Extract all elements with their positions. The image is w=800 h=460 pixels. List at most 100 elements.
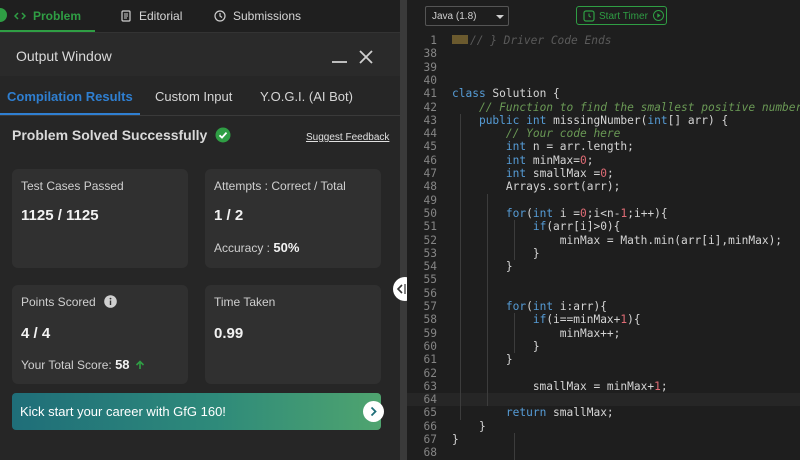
tab-yogi-ai-bot[interactable]: Y.O.G.I. (AI Bot) (260, 89, 353, 104)
close-icon[interactable] (358, 49, 374, 65)
code-line[interactable]: 59 minMax++; (407, 327, 800, 340)
code-line[interactable]: 65 return smallMax; (407, 406, 800, 419)
code-line[interactable]: 56 (407, 287, 800, 300)
code-line[interactable]: 44 // Your code here (407, 127, 800, 140)
gfg160-banner[interactable]: Kick start your career with GfG 160! (12, 393, 384, 430)
line-number: 53 (423, 246, 437, 260)
code-text: for(int i =0;i<n-1;i++){ (505, 206, 668, 220)
tab-submissions[interactable]: Submissions (214, 0, 301, 32)
output-tab-underline (0, 113, 140, 115)
line-number: 48 (423, 180, 437, 194)
attempts-value: 1 / 2 (214, 207, 244, 224)
arrow-up-icon (135, 360, 144, 369)
line-number: 65 (423, 406, 437, 420)
line-number: 38 (423, 47, 437, 61)
code-line[interactable]: 64 (407, 393, 800, 407)
editor-pane: Java (1.8) Start Timer 1 // } Driver Code… (407, 0, 800, 460)
info-icon[interactable] (104, 295, 117, 308)
problem-pane: Problem Editorial Submissions Output Win… (0, 0, 400, 460)
code-line[interactable]: 48 Arrays.sort(arr); (407, 180, 800, 193)
code-line[interactable]: 50 for(int i =0;i<n-1;i++){ (407, 207, 800, 220)
code-line[interactable]: 54 } (407, 260, 800, 273)
line-number: 55 (423, 273, 437, 287)
code-line[interactable]: 45 int n = arr.length; (407, 140, 800, 153)
code-text: if(arr[i]>0){ (532, 220, 621, 234)
tab-compilation-results[interactable]: Compilation Results (7, 89, 133, 104)
code-line[interactable]: 60 } (407, 340, 800, 353)
pane-splitter[interactable] (400, 0, 407, 460)
code-text: } (452, 353, 513, 367)
test-cases-card: Test Cases Passed 1125 / 1125 (12, 169, 188, 268)
minimize-icon[interactable] (332, 61, 347, 63)
language-select[interactable]: Java (1.8) (425, 6, 509, 26)
code-text: int minMax=0; (505, 153, 594, 167)
line-number: 56 (423, 286, 437, 300)
line-number: 61 (423, 353, 437, 367)
app-root: Problem Editorial Submissions Output Win… (0, 0, 800, 460)
line-number: 58 (423, 313, 437, 327)
code-line[interactable]: 49 (407, 194, 800, 207)
code-line[interactable]: 67} (407, 433, 800, 446)
line-number: 44 (423, 127, 437, 141)
code-icon (14, 12, 26, 20)
total-score: Your Total Score: 58 (21, 357, 145, 372)
code-line[interactable]: 68 (407, 446, 800, 459)
code-line[interactable]: 46 int minMax=0; (407, 154, 800, 167)
chevron-down-icon (496, 15, 504, 19)
code-line[interactable]: 55 (407, 273, 800, 286)
test-cases-label: Test Cases Passed (21, 179, 124, 193)
code-line[interactable]: 42 // Function to find the smallest posi… (407, 101, 800, 114)
start-timer-button[interactable]: Start Timer (576, 6, 667, 25)
code-line[interactable]: 41 class Solution { (407, 87, 800, 100)
code-text: for(int i:arr){ (505, 300, 607, 313)
line-number: 40 (423, 73, 437, 87)
suggest-feedback-link[interactable]: Suggest Feedback (306, 132, 389, 143)
indent-guide (487, 193, 488, 407)
code-line[interactable]: 63 smallMax = minMax+1; (407, 380, 800, 393)
line-number: 45 (423, 140, 437, 154)
code-line[interactable]: 38 (407, 47, 800, 60)
code-line[interactable]: 39 (407, 61, 800, 74)
fold-marker-icon[interactable] (452, 35, 468, 44)
tab-problem[interactable]: Problem (14, 0, 81, 32)
banner-arrow-button[interactable] (363, 401, 384, 422)
code-line[interactable]: 43 public int missingNumber(int[] arr) { (407, 114, 800, 127)
code-line[interactable]: 66 } (407, 420, 800, 433)
code-text: int smallMax =0; (505, 167, 614, 180)
tab-problem-label: Problem (33, 9, 82, 23)
test-cases-value: 1125 / 1125 (21, 207, 99, 224)
points-label-wrap: Points Scored (21, 295, 117, 309)
indent-guide (514, 313, 515, 354)
code-line[interactable]: 58 if(i==minMax+1){ (407, 313, 800, 326)
line-number: 54 (423, 260, 437, 274)
attempts-card: Attempts : Correct / Total 1 / 2 Accurac… (205, 169, 381, 268)
code-line[interactable]: 1 // } Driver Code Ends (407, 34, 800, 47)
code-text: if(i==minMax+1){ (532, 313, 641, 327)
banner-text: Kick start your career with GfG 160! (20, 404, 226, 419)
line-number: 64 (423, 393, 437, 407)
line-number: 62 (423, 366, 437, 380)
code-editor[interactable]: 1 // } Driver Code Ends 38 39 40 41 class Solu… (407, 32, 800, 460)
code-text: } (452, 419, 486, 433)
accuracy-label: Accuracy : (214, 241, 271, 255)
code-line[interactable]: 57 for(int i:arr){ (407, 300, 800, 313)
code-line[interactable]: 53 } (407, 247, 800, 260)
code-line[interactable]: 52 minMax = Math.min(arr[i],minMax); (407, 234, 800, 247)
line-number: 49 (423, 193, 437, 207)
line-number: 67 (423, 433, 437, 446)
code-line[interactable]: 51 if(arr[i]>0){ (407, 220, 800, 233)
output-window-header: Output Window (0, 32, 400, 76)
line-number: 46 (423, 153, 437, 167)
tab-custom-input[interactable]: Custom Input (155, 89, 232, 104)
code-text: minMax = Math.min(arr[i],minMax); (452, 233, 783, 247)
code-line[interactable]: 62 (407, 367, 800, 380)
tab-editorial[interactable]: Editorial (120, 0, 182, 32)
code-line[interactable]: 40 (407, 74, 800, 87)
code-text: } (452, 433, 459, 446)
time-value: 0.99 (214, 325, 244, 342)
code-line[interactable]: 61 } (407, 353, 800, 366)
attempts-label: Attempts : Correct / Total (214, 179, 346, 193)
start-timer-label: Start Timer (599, 11, 648, 22)
total-score-label: Your Total Score: (21, 358, 112, 372)
code-line[interactable]: 47 int smallMax =0; (407, 167, 800, 180)
